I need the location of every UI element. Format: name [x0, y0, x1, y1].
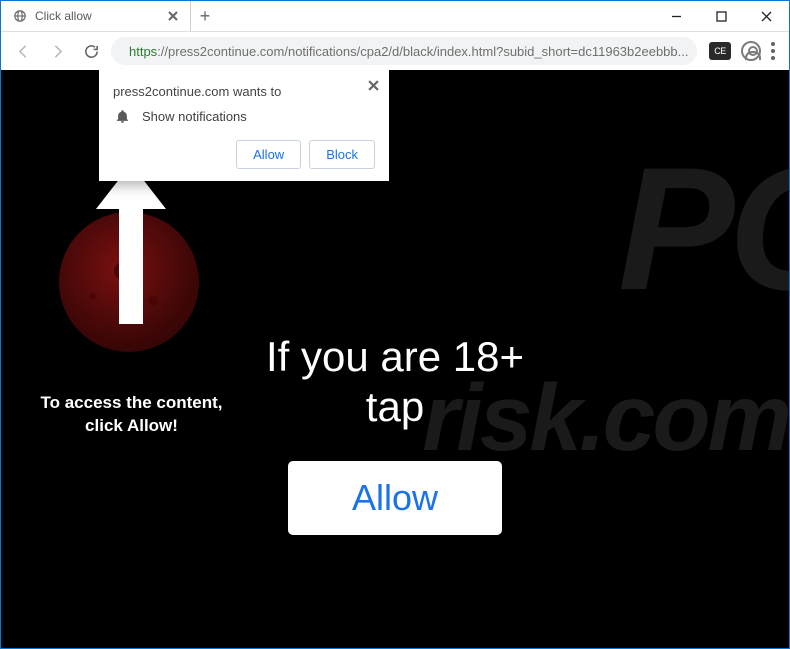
notification-permission-popup: press2continue.com wants to Show notific… [99, 70, 389, 181]
popup-permission-label: Show notifications [142, 109, 247, 124]
extension-badge[interactable]: CE [709, 42, 731, 60]
popup-permission-row: Show notifications [115, 109, 375, 124]
bell-icon [115, 109, 130, 124]
browser-tab[interactable]: Click allow [1, 1, 191, 31]
titlebar: Click allow + [1, 1, 789, 32]
tab-close-icon[interactable] [168, 11, 178, 21]
toolbar: https://press2continue.com/notifications… [1, 32, 789, 70]
popup-close-icon[interactable] [368, 80, 379, 91]
block-button[interactable]: Block [309, 140, 375, 169]
page-viewport: PC risk.com To access the content,click … [1, 70, 789, 648]
instruction-caption: To access the content,click Allow! [29, 392, 234, 438]
allow-button[interactable]: Allow [236, 140, 301, 169]
new-tab-button[interactable]: + [191, 1, 219, 31]
maximize-button[interactable] [699, 1, 744, 31]
popup-actions: Allow Block [113, 140, 375, 169]
reload-button[interactable] [77, 37, 105, 65]
window-controls [654, 1, 789, 31]
forward-button[interactable] [43, 37, 71, 65]
fake-allow-button[interactable]: Allow [288, 461, 502, 535]
arrow-graphic: To access the content,click Allow! [29, 182, 219, 442]
close-window-button[interactable] [744, 1, 789, 31]
address-bar[interactable]: https://press2continue.com/notifications… [111, 37, 697, 65]
toolbar-right: CE [703, 41, 781, 61]
popup-title: press2continue.com wants to [113, 84, 375, 99]
back-button[interactable] [9, 37, 37, 65]
center-message: If you are 18+tap Allow [266, 332, 524, 535]
up-arrow-icon [91, 154, 171, 339]
tab-title: Click allow [35, 9, 92, 23]
menu-kebab-icon[interactable] [771, 42, 775, 60]
watermark: PC risk.com [618, 160, 789, 300]
profile-avatar-icon[interactable] [741, 41, 761, 61]
headline-text: If you are 18+tap [266, 332, 524, 433]
minimize-button[interactable] [654, 1, 699, 31]
url-text: https://press2continue.com/notifications… [129, 44, 688, 59]
globe-icon [13, 9, 27, 23]
browser-window: Click allow + https://press2continue.com… [0, 0, 790, 649]
